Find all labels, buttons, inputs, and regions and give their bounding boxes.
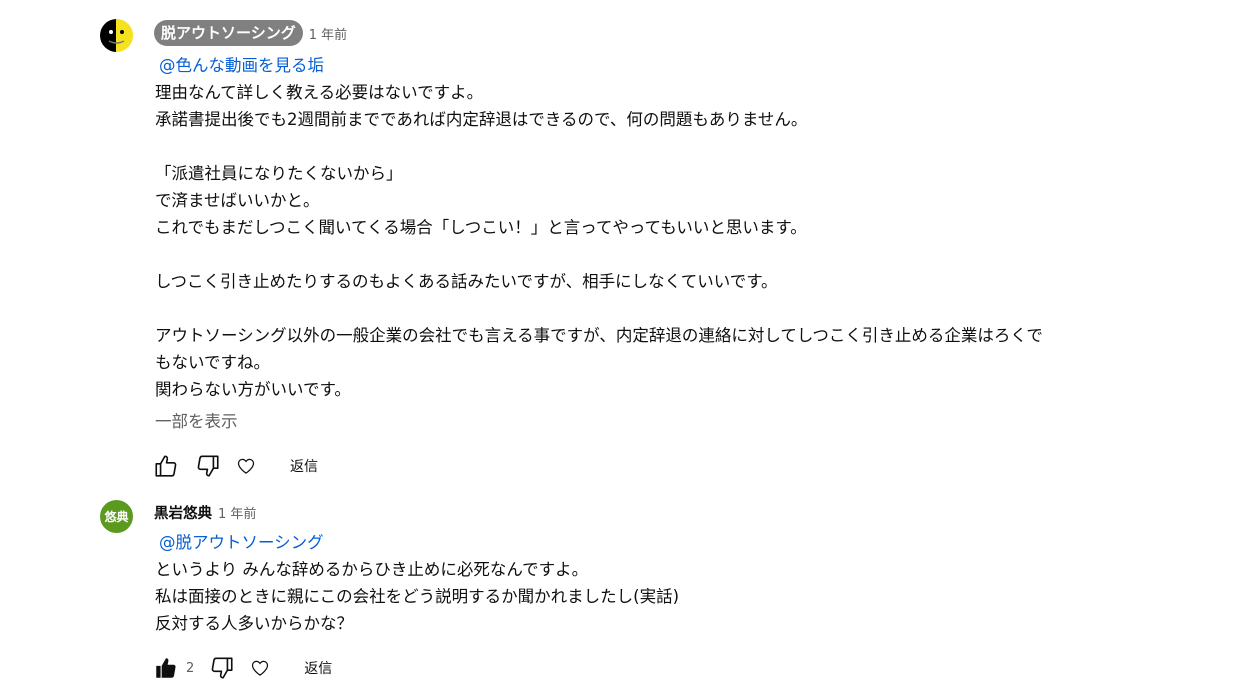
comment-line: これでもまだしつこく聞いてくる場合「しつこい！」と言ってやってもいいと思います。	[155, 218, 807, 237]
comment-header: 黒岩悠典 1 年前	[154, 499, 256, 525]
comment-body: @脱アウトソーシング というより みんな辞めるからひき止めに必死なんですよ。 私…	[155, 529, 1185, 637]
comment-line: で済ませばいいかと。	[155, 191, 320, 210]
comment-line	[155, 295, 1185, 322]
mention-link[interactable]: @脱アウトソーシング	[155, 533, 324, 552]
comment-timestamp[interactable]: 1 年前	[309, 24, 347, 43]
half-face-avatar-icon	[100, 19, 133, 52]
comment-line: 私は面接のときに親にこの会社をどう説明するか聞かれましたし(実話)	[155, 587, 680, 606]
reply-button[interactable]: 返信	[304, 658, 332, 678]
comment-line: 「派遣社員になりたくないから」	[155, 164, 403, 183]
comment-line: アウトソーシング以外の一般企業の会社でも言える事ですが、内定辞退の連絡に対してし…	[155, 326, 1043, 345]
thumbs-up-icon[interactable]	[152, 452, 180, 480]
show-less-button[interactable]: 一部を表示	[155, 408, 238, 432]
comment-line: もないですね。	[155, 353, 271, 372]
comment-body: @色んな動画を見る垢 理由なんて詳しく教える必要はないですよ。 承諾書提出後でも…	[155, 52, 1185, 403]
comment-mention-line: @色んな動画を見る垢	[155, 52, 1185, 79]
heart-icon[interactable]	[232, 452, 260, 480]
comment-line	[155, 241, 1185, 268]
comment-line: 反対する人多いからかな？	[155, 614, 353, 633]
like-count: 2	[186, 660, 195, 676]
thumbs-down-icon[interactable]	[194, 452, 222, 480]
author-avatar[interactable]: 悠典	[100, 500, 133, 533]
comment-header: 脱アウトソーシング 1 年前	[154, 20, 347, 46]
author-name[interactable]: 黒岩悠典	[154, 502, 212, 523]
mention-link[interactable]: @色んな動画を見る垢	[155, 56, 324, 75]
heart-icon[interactable]	[246, 654, 274, 682]
comment-mention-line: @脱アウトソーシング	[155, 529, 1185, 556]
reply-button[interactable]: 返信	[290, 456, 318, 476]
comment-line: 関わらない方がいいです。	[155, 380, 351, 399]
comment-actions: 2 返信	[152, 654, 332, 682]
author-name-badge[interactable]: 脱アウトソーシング	[154, 20, 303, 46]
comment-line: しつこく引き止めたりするのもよくある話みたいですが、相手にしなくていいです。	[155, 272, 778, 291]
thumbs-up-filled-icon[interactable]	[152, 654, 180, 682]
comment-line	[155, 133, 1185, 160]
comment-actions: 返信	[152, 452, 318, 480]
comment-line: というより みんな辞めるからひき止めに必死なんですよ。	[155, 560, 589, 579]
comment-line: 理由なんて詳しく教える必要はないですよ。	[155, 83, 484, 102]
thumbs-down-icon[interactable]	[208, 654, 236, 682]
comment-timestamp[interactable]: 1 年前	[218, 503, 256, 522]
author-avatar[interactable]	[100, 19, 133, 52]
comment-line: 承諾書提出後でも2週間前までであれば内定辞退はできるので、何の問題もありません。	[155, 110, 808, 129]
